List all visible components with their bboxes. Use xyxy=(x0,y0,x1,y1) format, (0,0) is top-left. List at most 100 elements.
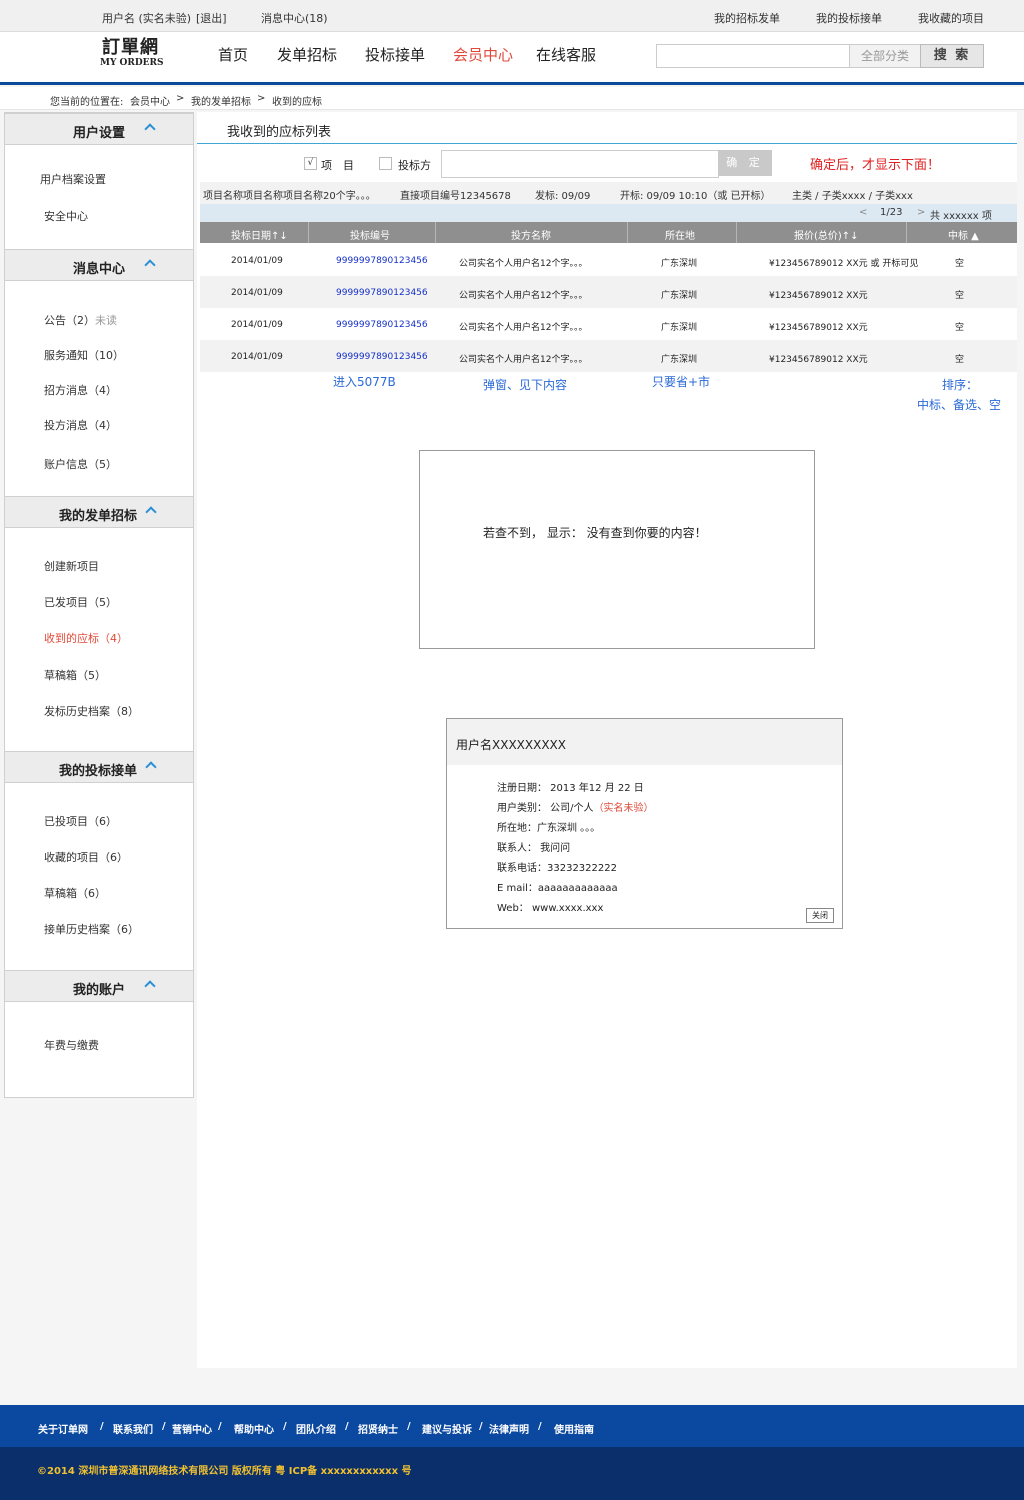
cell-bid-code-link[interactable]: 9999997890123456 xyxy=(336,320,428,330)
sidebar-item-bid-drafts[interactable]: 草稿箱（6） xyxy=(44,885,106,901)
footer-link-team[interactable]: 团队介绍 xyxy=(296,1421,336,1436)
footer-link-about[interactable]: 关于订单网 xyxy=(38,1421,88,1436)
cell-price: ¥123456789012 XX元 xyxy=(769,355,868,365)
chevron-up-icon[interactable] xyxy=(145,761,157,773)
cell-bid-code-link[interactable]: 9999997890123456 xyxy=(336,288,428,298)
breadcrumb-member[interactable]: 会员中心 xyxy=(130,93,170,108)
chevron-up-icon[interactable] xyxy=(144,123,156,135)
sidebar-item-service-notices[interactable]: 服务通知（10） xyxy=(44,347,124,363)
section-title: 我的投标接单 xyxy=(59,764,138,779)
sidebar-item-bid-projects[interactable]: 已投项目（6） xyxy=(44,813,117,829)
popup-user-type: 用户类别： 公司/个人（实名未验） xyxy=(497,799,654,814)
sidebar-item-tender-messages[interactable]: 招方消息（4） xyxy=(44,382,117,398)
breadcrumb-prefix: 您当前的位置在: xyxy=(50,97,124,108)
breadcrumb-posted[interactable]: 我的发单招标 xyxy=(191,93,251,108)
cell-bidder-link[interactable]: 公司实名个人用户名12个字。。。 xyxy=(459,288,587,301)
col-sep xyxy=(736,222,737,243)
sidebar-item-favorite-projects[interactable]: 收藏的项目（6） xyxy=(44,849,128,865)
cell-winner[interactable]: 空 xyxy=(955,320,964,333)
copyright-text: ©2014 深圳市普深通讯网络技术有限公司 版权所有 粤 ICP备 xxxxxx… xyxy=(37,1466,412,1477)
sidebar-section-my-bids[interactable]: 我的投标接单 xyxy=(5,751,193,783)
sidebar-item-profile[interactable]: 用户档案设置 xyxy=(40,171,106,187)
sidebar-section-my-posts[interactable]: 我的发单招标 xyxy=(5,496,193,528)
sidebar-section-messages[interactable]: 消息中心 xyxy=(5,249,193,281)
table-row: 2014/01/09 9999997890123456 公司实名个人用户名12个… xyxy=(200,244,1017,276)
footer-link-marketing[interactable]: 营销中心 xyxy=(172,1421,212,1436)
cell-bidder-link[interactable]: 公司实名个人用户名12个字。。。 xyxy=(459,256,587,269)
footer-copyright-bar: ©2014 深圳市普深通讯网络技术有限公司 版权所有 粤 ICP备 xxxxxx… xyxy=(0,1447,1024,1500)
sidebar-item-annual-fee[interactable]: 年费与缴费 xyxy=(44,1037,99,1053)
search-input[interactable] xyxy=(656,44,850,68)
breadcrumb-sep: > xyxy=(176,93,185,104)
sidebar-section-my-account[interactable]: 我的账户 xyxy=(5,970,193,1002)
col-sep xyxy=(627,222,628,243)
sidebar-item-received-bids[interactable]: 收到的应标（4） xyxy=(44,630,128,646)
col-price[interactable]: 报价(总价)↑↓ xyxy=(794,227,859,242)
prev-page-icon[interactable]: < xyxy=(859,207,867,218)
message-center-link[interactable]: 消息中心(18) xyxy=(261,10,328,26)
footer-sep: / xyxy=(538,1421,542,1432)
next-page-icon[interactable]: > xyxy=(917,207,925,218)
sidebar-item-create-project[interactable]: 创建新项目 xyxy=(44,558,99,574)
cell-price: ¥123456789012 XX元 xyxy=(769,291,868,301)
logo-en: MY ORDERS xyxy=(100,58,164,68)
cell-winner[interactable]: 空 xyxy=(955,352,964,365)
nav-member[interactable]: 会员中心 xyxy=(453,44,513,65)
chevron-up-icon[interactable] xyxy=(145,506,157,518)
search-button[interactable]: 搜 索 xyxy=(920,44,984,68)
col-bid-date[interactable]: 投标日期↑↓ xyxy=(231,227,288,242)
sidebar-item-security[interactable]: 安全中心 xyxy=(44,208,88,224)
sidebar-item-announcements[interactable]: 公告（2）未读 xyxy=(44,312,117,328)
footer-link-help[interactable]: 帮助中心 xyxy=(234,1421,274,1436)
filter-input[interactable] xyxy=(441,150,719,178)
footer-link-feedback[interactable]: 建议与投诉 xyxy=(422,1421,472,1436)
cell-bidder-link[interactable]: 公司实名个人用户名12个字。。。 xyxy=(459,352,587,365)
logout-link[interactable]: [退出] xyxy=(196,10,227,26)
nav-bid[interactable]: 投标接单 xyxy=(365,44,425,65)
cell-bid-code-link[interactable]: 9999997890123456 xyxy=(336,256,428,266)
sidebar-item-bid-history[interactable]: 接单历史档案（6） xyxy=(44,921,139,937)
sidebar-item-post-history[interactable]: 发标历史档案（8） xyxy=(44,703,139,719)
cell-bid-code-link[interactable]: 9999997890123456 xyxy=(336,352,428,362)
cell-price: ¥123456789012 XX元 xyxy=(769,323,868,333)
col-winner[interactable]: 中标 ▲ xyxy=(948,227,979,242)
cell-winner[interactable]: 空 xyxy=(955,288,964,301)
section-title: 我的发单招标 xyxy=(59,509,138,524)
project-checkbox[interactable]: √ xyxy=(304,157,317,170)
footer-link-jobs[interactable]: 招贤纳士 xyxy=(358,1421,398,1436)
chevron-up-icon[interactable] xyxy=(144,980,156,992)
confirm-button[interactable]: 确 定 xyxy=(718,150,772,176)
bidder-checkbox[interactable] xyxy=(379,157,392,170)
sidebar-item-drafts[interactable]: 草稿箱（5） xyxy=(44,667,106,683)
nav-post[interactable]: 发单招标 xyxy=(277,44,337,65)
footer-link-contact[interactable]: 联系我们 xyxy=(113,1421,153,1436)
sidebar-item-bidder-messages[interactable]: 投方消息（4） xyxy=(44,417,117,433)
col-sep xyxy=(906,222,907,243)
col-location: 所在地 xyxy=(665,231,695,242)
footer-link-legal[interactable]: 法律声明 xyxy=(489,1421,529,1436)
chevron-up-icon[interactable] xyxy=(144,259,156,271)
total-count: 共 xxxxxx 项 xyxy=(930,211,992,222)
popup-close-button[interactable]: 关闭 xyxy=(806,908,834,923)
col-sep xyxy=(308,222,309,243)
annotation-popup: 弹窗、见下内容 xyxy=(483,378,568,392)
cell-date: 2014/01/09 xyxy=(231,256,283,266)
cell-winner[interactable]: 空 xyxy=(955,256,964,269)
sidebar-item-posted-projects[interactable]: 已发项目（5） xyxy=(44,594,117,610)
my-posted-bids-link[interactable]: 我的招标发单 xyxy=(714,10,780,26)
col-bidder-name: 投方名称 xyxy=(511,231,551,242)
sidebar-item-account-info[interactable]: 账户信息（5） xyxy=(44,456,117,472)
cell-date: 2014/01/09 xyxy=(231,320,283,330)
search-category-select[interactable]: 全部分类 xyxy=(849,44,921,68)
footer-link-guide[interactable]: 使用指南 xyxy=(554,1421,594,1436)
popup-username: 用户名XXXXXXXXX xyxy=(456,738,566,752)
cell-bidder-link[interactable]: 公司实名个人用户名12个字。。。 xyxy=(459,320,587,333)
my-favorites-link[interactable]: 我收藏的项目 xyxy=(918,10,984,26)
site-logo[interactable]: 訂單網 MY ORDERS xyxy=(100,38,175,70)
my-taken-bids-link[interactable]: 我的投标接单 xyxy=(816,10,882,26)
sidebar-section-user-settings[interactable]: 用户设置 xyxy=(5,113,193,145)
nav-home[interactable]: 首页 xyxy=(218,44,248,65)
sidebar: 用户设置 用户档案设置 安全中心 消息中心 公告（2）未读 服务通知（10） 招… xyxy=(4,112,194,1098)
nav-service[interactable]: 在线客服 xyxy=(536,44,596,65)
annotation-sort-options: 中标、备选、空 xyxy=(917,398,1002,412)
